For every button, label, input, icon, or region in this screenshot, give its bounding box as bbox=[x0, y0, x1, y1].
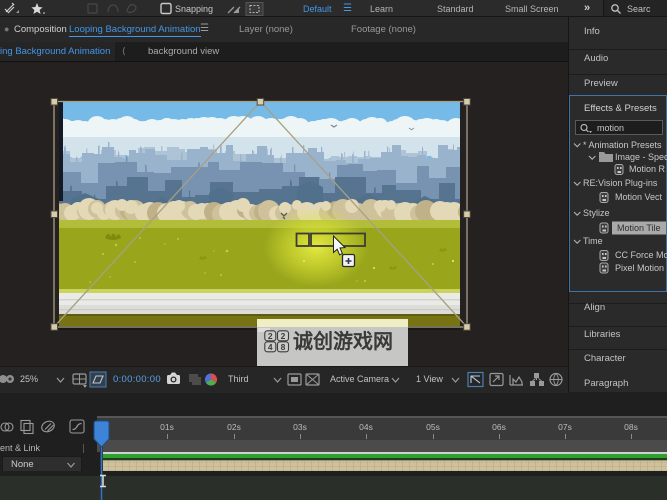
svg-text:2: 2 bbox=[268, 331, 273, 341]
svg-text:2: 2 bbox=[281, 331, 286, 341]
svg-text:4: 4 bbox=[268, 342, 273, 352]
svg-text:8: 8 bbox=[281, 342, 286, 352]
